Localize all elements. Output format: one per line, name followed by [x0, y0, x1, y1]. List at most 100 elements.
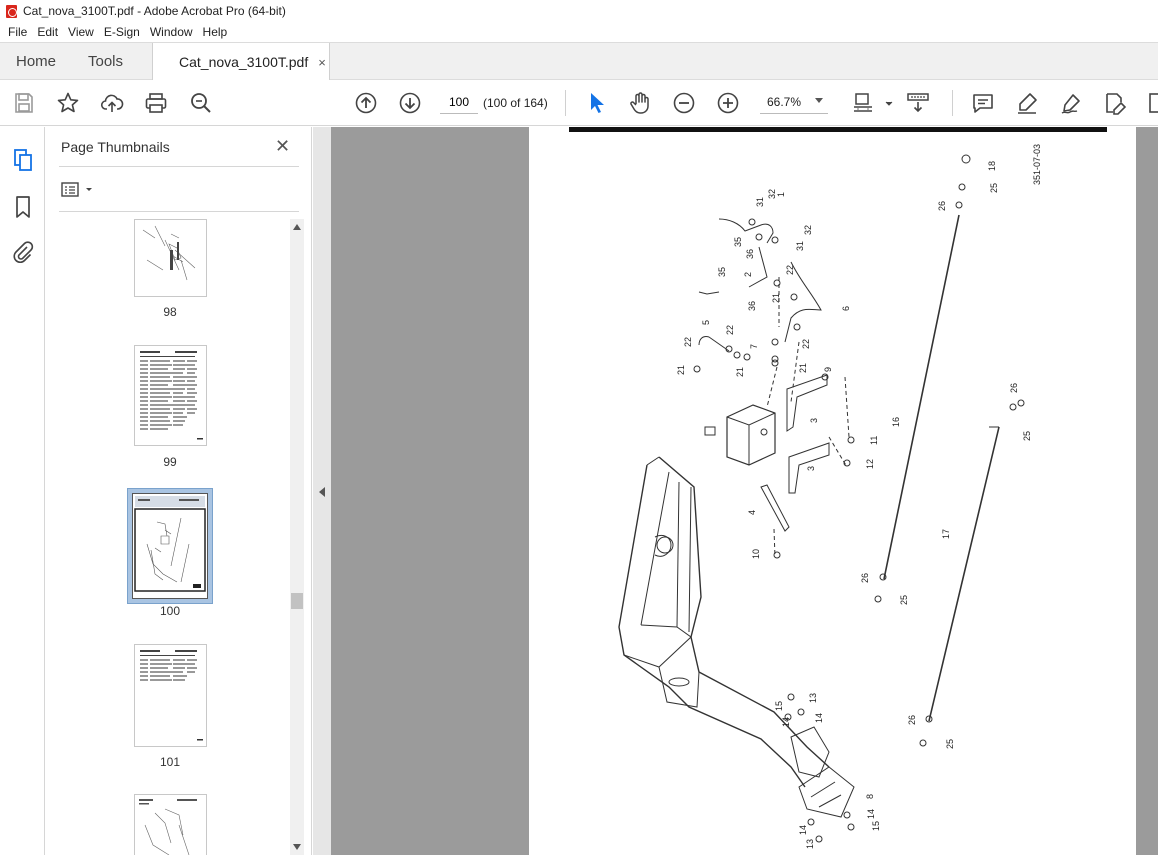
- tab-bar: Home Tools Cat_nova_3100T.pdf ×: [0, 42, 1158, 81]
- svg-text:25: 25: [945, 739, 955, 749]
- menu-window[interactable]: Window: [145, 25, 198, 39]
- pdf-app-icon: [6, 4, 17, 18]
- svg-text:35: 35: [733, 237, 743, 247]
- svg-text:22: 22: [801, 339, 811, 349]
- scrollbar-thumb[interactable]: [291, 593, 303, 609]
- svg-text:22: 22: [683, 337, 693, 347]
- svg-text:32: 32: [803, 225, 813, 235]
- zoom-out-icon[interactable]: [672, 91, 696, 115]
- menu-help[interactable]: Help: [198, 25, 233, 39]
- svg-text:2: 2: [743, 272, 753, 277]
- panel-title: Page Thumbnails: [61, 139, 170, 155]
- svg-text:7: 7: [749, 344, 759, 349]
- svg-text:26: 26: [1009, 383, 1019, 393]
- panel-collapse-handle[interactable]: [313, 127, 331, 855]
- zoom-select[interactable]: 66.7%: [760, 90, 828, 114]
- collapse-arrow-icon[interactable]: [319, 487, 325, 497]
- star-icon[interactable]: [56, 91, 80, 115]
- more-tools-icon[interactable]: [1147, 91, 1158, 115]
- toolbar-divider: [565, 90, 566, 116]
- main-toolbar: [0, 80, 1158, 126]
- thumbnail-page-100-selected[interactable]: [127, 488, 213, 604]
- toolbar-divider: [952, 90, 953, 116]
- window-title: Cat_nova_3100T.pdf - Adobe Acrobat Pro (…: [23, 4, 286, 18]
- attachment-icon[interactable]: [11, 240, 35, 264]
- svg-text:15: 15: [774, 701, 784, 711]
- fit-dropdown-icon[interactable]: [877, 91, 893, 115]
- tab-close-icon[interactable]: ×: [318, 55, 326, 70]
- menu-edit[interactable]: Edit: [32, 25, 63, 39]
- save-icon[interactable]: [12, 91, 36, 115]
- svg-text:14: 14: [798, 825, 808, 835]
- page-down-icon[interactable]: [398, 91, 422, 115]
- svg-text:36: 36: [747, 301, 757, 311]
- highlight-icon[interactable]: [1015, 91, 1039, 115]
- bookmark-icon[interactable]: [11, 195, 35, 219]
- svg-text:6: 6: [841, 306, 851, 311]
- svg-text:26: 26: [860, 573, 870, 583]
- svg-text:12: 12: [865, 459, 875, 469]
- svg-text:8: 8: [865, 794, 875, 799]
- sign-icon[interactable]: [1059, 91, 1083, 115]
- svg-text:3: 3: [809, 418, 819, 423]
- tab-document-label: Cat_nova_3100T.pdf: [179, 54, 309, 70]
- menu-file[interactable]: File: [3, 25, 32, 39]
- thumbnail-page-99[interactable]: [134, 345, 207, 446]
- divider: [59, 166, 299, 167]
- zoom-value: 66.7%: [767, 94, 802, 109]
- menu-esign[interactable]: E-Sign: [99, 25, 145, 39]
- hand-icon[interactable]: [628, 91, 652, 115]
- svg-text:31: 31: [795, 241, 805, 251]
- svg-text:22: 22: [725, 325, 735, 335]
- svg-text:5: 5: [701, 320, 711, 325]
- svg-text:17: 17: [941, 529, 951, 539]
- search-zoom-icon[interactable]: [189, 91, 213, 115]
- svg-text:36: 36: [745, 249, 755, 259]
- fit-page-icon[interactable]: [851, 91, 875, 115]
- svg-text:22: 22: [785, 265, 795, 275]
- tab-tools[interactable]: Tools: [88, 43, 123, 80]
- svg-text:35: 35: [717, 267, 727, 277]
- svg-text:4: 4: [747, 510, 757, 515]
- tab-home[interactable]: Home: [16, 43, 56, 80]
- svg-text:21: 21: [735, 367, 745, 377]
- svg-text:25: 25: [899, 595, 909, 605]
- menu-view[interactable]: View: [63, 25, 99, 39]
- print-icon[interactable]: [144, 91, 168, 115]
- svg-text:31: 31: [755, 197, 765, 207]
- close-icon[interactable]: ✕: [275, 136, 290, 157]
- svg-text:14: 14: [866, 809, 876, 819]
- comment-icon[interactable]: [971, 91, 995, 115]
- upload-icon[interactable]: [100, 91, 124, 115]
- svg-text:16: 16: [891, 417, 901, 427]
- thumbnail-list: 98 99 100 101: [59, 219, 291, 855]
- svg-text:9: 9: [823, 367, 833, 372]
- page-thumbnails-icon[interactable]: [11, 148, 35, 172]
- svg-text:21: 21: [676, 365, 686, 375]
- svg-text:25: 25: [1022, 431, 1032, 441]
- page-count: (100 of 164): [483, 96, 548, 110]
- select-arrow-icon[interactable]: [585, 91, 609, 115]
- tab-document[interactable]: Cat_nova_3100T.pdf ×: [152, 43, 330, 81]
- scroll-up-icon[interactable]: [293, 224, 301, 230]
- svg-text:13: 13: [805, 839, 815, 849]
- page-up-icon[interactable]: [354, 91, 378, 115]
- thumbnails-scrollbar[interactable]: [290, 219, 304, 855]
- svg-text:14: 14: [781, 717, 791, 727]
- left-rail: [0, 127, 45, 855]
- thumbnail-label: 100: [159, 604, 181, 618]
- svg-text:26: 26: [937, 201, 947, 211]
- scroll-down-icon[interactable]: [293, 844, 301, 850]
- thumbnail-page-101[interactable]: [134, 644, 207, 747]
- thumbnail-page-102[interactable]: [134, 794, 207, 855]
- svg-text:1: 1: [776, 192, 786, 197]
- thumbnail-options-button[interactable]: [61, 181, 97, 199]
- thumbnail-page-98[interactable]: [134, 219, 207, 297]
- chevron-down-icon[interactable]: [815, 98, 823, 103]
- edit-pdf-icon[interactable]: [1103, 91, 1127, 115]
- menu-bar: File Edit View E-Sign Window Help: [0, 22, 1158, 42]
- divider: [59, 211, 299, 212]
- page-number-input[interactable]: [440, 90, 478, 114]
- scroll-mode-icon[interactable]: [906, 91, 930, 115]
- zoom-in-icon[interactable]: [716, 91, 740, 115]
